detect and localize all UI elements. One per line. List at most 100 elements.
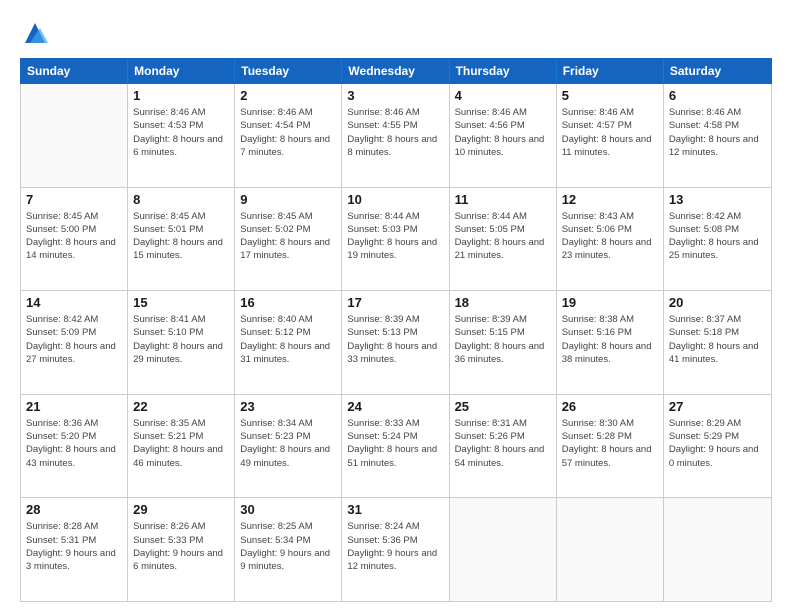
week-2: 7 Sunrise: 8:45 AMSunset: 5:00 PMDaylight… (21, 188, 771, 292)
day-cell-7: 7 Sunrise: 8:45 AMSunset: 5:00 PMDaylight… (21, 188, 128, 291)
day-number: 31 (347, 502, 443, 517)
header-day-monday: Monday (128, 59, 235, 83)
day-cell-18: 18 Sunrise: 8:39 AMSunset: 5:15 PMDayligh… (450, 291, 557, 394)
empty-cell (450, 498, 557, 601)
header-day-saturday: Saturday (664, 59, 771, 83)
day-info: Sunrise: 8:43 AMSunset: 5:06 PMDaylight:… (562, 210, 658, 263)
empty-cell (21, 84, 128, 187)
day-number: 25 (455, 399, 551, 414)
day-info: Sunrise: 8:39 AMSunset: 5:15 PMDaylight:… (455, 313, 551, 366)
day-cell-14: 14 Sunrise: 8:42 AMSunset: 5:09 PMDayligh… (21, 291, 128, 394)
day-info: Sunrise: 8:44 AMSunset: 5:03 PMDaylight:… (347, 210, 443, 263)
calendar-header: SundayMondayTuesdayWednesdayThursdayFrid… (20, 58, 772, 84)
header (20, 16, 772, 48)
day-cell-6: 6Sunrise: 8:46 AMSunset: 4:58 PMDaylight… (664, 84, 771, 187)
day-info: Sunrise: 8:29 AMSunset: 5:29 PMDaylight:… (669, 417, 766, 470)
day-number: 10 (347, 192, 443, 207)
calendar-body: 1 Sunrise: 8:46 AMSunset: 4:53 PMDaylight… (20, 84, 772, 602)
day-number: 8 (133, 192, 229, 207)
day-info: Sunrise: 8:44 AMSunset: 5:05 PMDaylight:… (455, 210, 551, 263)
day-cell-25: 25 Sunrise: 8:31 AMSunset: 5:26 PMDayligh… (450, 395, 557, 498)
logo (20, 16, 50, 48)
day-cell-8: 8 Sunrise: 8:45 AMSunset: 5:01 PMDaylight… (128, 188, 235, 291)
day-number: 19 (562, 295, 658, 310)
day-cell-2: 2 Sunrise: 8:46 AMSunset: 4:54 PMDaylight… (235, 84, 342, 187)
header-day-tuesday: Tuesday (235, 59, 342, 83)
day-cell-28: 28Sunrise: 8:28 AMSunset: 5:31 PMDayligh… (21, 498, 128, 601)
day-number: 11 (455, 192, 551, 207)
day-number: 21 (26, 399, 122, 414)
day-number: 29 (133, 502, 229, 517)
logo-icon (20, 18, 50, 48)
day-cell-24: 24Sunrise: 8:33 AMSunset: 5:24 PMDayligh… (342, 395, 449, 498)
day-info: Sunrise: 8:37 AMSunset: 5:18 PMDaylight:… (669, 313, 766, 366)
day-number: 24 (347, 399, 443, 414)
day-info: Sunrise: 8:31 AMSunset: 5:26 PMDaylight:… (455, 417, 551, 470)
day-cell-12: 12 Sunrise: 8:43 AMSunset: 5:06 PMDayligh… (557, 188, 664, 291)
day-cell-22: 22Sunrise: 8:35 AMSunset: 5:21 PMDayligh… (128, 395, 235, 498)
header-day-thursday: Thursday (450, 59, 557, 83)
week-4: 21 Sunrise: 8:36 AMSunset: 5:20 PMDayligh… (21, 395, 771, 499)
day-info: Sunrise: 8:38 AMSunset: 5:16 PMDaylight:… (562, 313, 658, 366)
day-number: 14 (26, 295, 122, 310)
day-number: 26 (562, 399, 658, 414)
day-info: Sunrise: 8:46 AMSunset: 4:53 PMDaylight:… (133, 106, 229, 159)
day-cell-3: 3 Sunrise: 8:46 AMSunset: 4:55 PMDaylight… (342, 84, 449, 187)
day-info: Sunrise: 8:39 AMSunset: 5:13 PMDaylight:… (347, 313, 443, 366)
day-info: Sunrise: 8:45 AMSunset: 5:00 PMDaylight:… (26, 210, 122, 263)
day-number: 17 (347, 295, 443, 310)
header-day-sunday: Sunday (21, 59, 128, 83)
day-number: 3 (347, 88, 443, 103)
day-info: Sunrise: 8:46 AMSunset: 4:56 PMDaylight:… (455, 106, 551, 159)
day-number: 30 (240, 502, 336, 517)
day-number: 15 (133, 295, 229, 310)
day-number: 7 (26, 192, 122, 207)
day-cell-9: 9Sunrise: 8:45 AMSunset: 5:02 PMDaylight… (235, 188, 342, 291)
day-cell-21: 21 Sunrise: 8:36 AMSunset: 5:20 PMDayligh… (21, 395, 128, 498)
day-cell-4: 4 Sunrise: 8:46 AMSunset: 4:56 PMDaylight… (450, 84, 557, 187)
week-1: 1 Sunrise: 8:46 AMSunset: 4:53 PMDaylight… (21, 84, 771, 188)
day-cell-19: 19 Sunrise: 8:38 AMSunset: 5:16 PMDayligh… (557, 291, 664, 394)
day-cell-26: 26 Sunrise: 8:30 AMSunset: 5:28 PMDayligh… (557, 395, 664, 498)
day-cell-23: 23Sunrise: 8:34 AMSunset: 5:23 PMDayligh… (235, 395, 342, 498)
day-info: Sunrise: 8:40 AMSunset: 5:12 PMDaylight:… (240, 313, 336, 366)
day-cell-16: 16Sunrise: 8:40 AMSunset: 5:12 PMDayligh… (235, 291, 342, 394)
empty-cell (557, 498, 664, 601)
day-cell-11: 11 Sunrise: 8:44 AMSunset: 5:05 PMDayligh… (450, 188, 557, 291)
day-cell-13: 13 Sunrise: 8:42 AMSunset: 5:08 PMDayligh… (664, 188, 771, 291)
day-number: 18 (455, 295, 551, 310)
day-info: Sunrise: 8:26 AMSunset: 5:33 PMDaylight:… (133, 520, 229, 573)
day-cell-15: 15 Sunrise: 8:41 AMSunset: 5:10 PMDayligh… (128, 291, 235, 394)
week-3: 14 Sunrise: 8:42 AMSunset: 5:09 PMDayligh… (21, 291, 771, 395)
day-info: Sunrise: 8:41 AMSunset: 5:10 PMDaylight:… (133, 313, 229, 366)
day-number: 9 (240, 192, 336, 207)
day-cell-20: 20 Sunrise: 8:37 AMSunset: 5:18 PMDayligh… (664, 291, 771, 394)
day-info: Sunrise: 8:30 AMSunset: 5:28 PMDaylight:… (562, 417, 658, 470)
day-info: Sunrise: 8:34 AMSunset: 5:23 PMDaylight:… (240, 417, 336, 470)
day-number: 2 (240, 88, 336, 103)
day-info: Sunrise: 8:45 AMSunset: 5:01 PMDaylight:… (133, 210, 229, 263)
day-number: 13 (669, 192, 766, 207)
day-number: 27 (669, 399, 766, 414)
day-number: 1 (133, 88, 229, 103)
day-info: Sunrise: 8:28 AMSunset: 5:31 PMDaylight:… (26, 520, 122, 573)
day-cell-5: 5Sunrise: 8:46 AMSunset: 4:57 PMDaylight… (557, 84, 664, 187)
day-info: Sunrise: 8:46 AMSunset: 4:58 PMDaylight:… (669, 106, 766, 159)
week-5: 28Sunrise: 8:28 AMSunset: 5:31 PMDayligh… (21, 498, 771, 601)
empty-cell (664, 498, 771, 601)
day-info: Sunrise: 8:46 AMSunset: 4:55 PMDaylight:… (347, 106, 443, 159)
day-info: Sunrise: 8:46 AMSunset: 4:54 PMDaylight:… (240, 106, 336, 159)
day-cell-10: 10 Sunrise: 8:44 AMSunset: 5:03 PMDayligh… (342, 188, 449, 291)
day-info: Sunrise: 8:24 AMSunset: 5:36 PMDaylight:… (347, 520, 443, 573)
day-info: Sunrise: 8:35 AMSunset: 5:21 PMDaylight:… (133, 417, 229, 470)
day-info: Sunrise: 8:36 AMSunset: 5:20 PMDaylight:… (26, 417, 122, 470)
day-cell-27: 27 Sunrise: 8:29 AMSunset: 5:29 PMDayligh… (664, 395, 771, 498)
day-info: Sunrise: 8:42 AMSunset: 5:08 PMDaylight:… (669, 210, 766, 263)
day-number: 12 (562, 192, 658, 207)
day-number: 4 (455, 88, 551, 103)
header-day-wednesday: Wednesday (342, 59, 449, 83)
day-info: Sunrise: 8:42 AMSunset: 5:09 PMDaylight:… (26, 313, 122, 366)
day-cell-30: 30Sunrise: 8:25 AMSunset: 5:34 PMDayligh… (235, 498, 342, 601)
day-number: 20 (669, 295, 766, 310)
calendar: SundayMondayTuesdayWednesdayThursdayFrid… (20, 58, 772, 602)
